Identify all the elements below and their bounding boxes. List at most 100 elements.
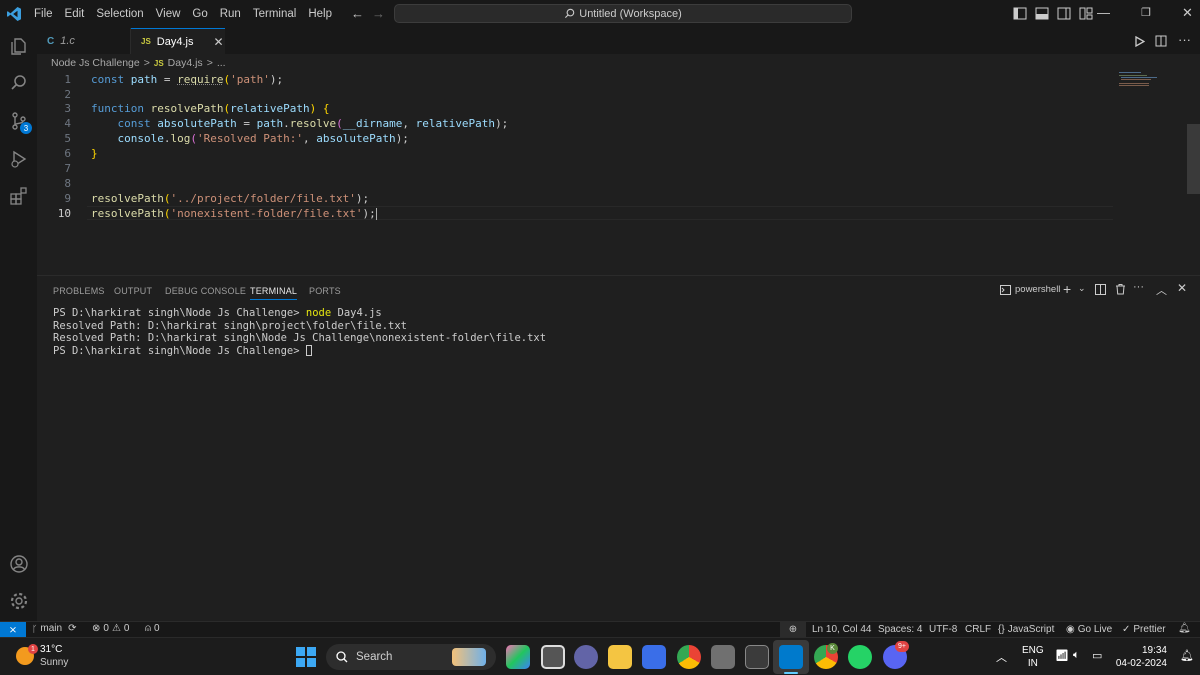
battery-icon[interactable]: ▭ <box>1092 649 1102 662</box>
whatsapp-icon[interactable] <box>848 645 872 669</box>
breadcrumb-folder[interactable]: Node Js Challenge <box>51 57 140 69</box>
minimap[interactable] <box>1119 72 1189 88</box>
language-mode[interactable]: {} JavaScript <box>998 624 1054 635</box>
notifications-bell-icon[interactable]: 🔔︎ <box>1178 623 1191 634</box>
search-label: Search <box>356 651 393 663</box>
text-cursor <box>375 208 377 220</box>
tab-day4-js[interactable]: JS Day4.js ✕ <box>131 28 225 54</box>
remote-indicator[interactable]: ⨯ <box>0 622 26 638</box>
tray-overflow-icon[interactable]: ︿ <box>996 649 1007 665</box>
copilot-icon[interactable] <box>506 645 530 669</box>
toggle-secondary-sidebar-icon[interactable] <box>1057 7 1071 20</box>
tab-1-c[interactable]: C 1.c <box>37 28 131 54</box>
menu-edit[interactable]: Edit <box>59 0 91 28</box>
menu-view[interactable]: View <box>150 0 187 28</box>
weather-widget[interactable]: 1 31°C Sunny <box>14 644 94 670</box>
clock[interactable]: 19:34 04-02-2024 <box>1112 644 1167 670</box>
breadcrumb-more[interactable]: ... <box>217 57 226 69</box>
warning-count: 0 <box>123 623 130 634</box>
toggle-sidebar-icon[interactable] <box>1013 7 1027 20</box>
go-live-button[interactable]: ◉ Go Live <box>1066 624 1112 635</box>
menu-terminal[interactable]: Terminal <box>247 0 302 28</box>
cursor-position[interactable]: Ln 10, Col 44 <box>812 624 872 635</box>
settings-gear-icon[interactable] <box>6 588 31 613</box>
more-actions-icon[interactable]: ··· <box>1178 32 1191 47</box>
back-arrow-icon[interactable]: ← <box>351 6 364 21</box>
volume-icon[interactable]: 🔈︎ <box>1073 649 1080 662</box>
tab-debug-console[interactable]: DEBUG CONSOLE <box>165 286 246 296</box>
search-view-icon[interactable] <box>6 70 31 95</box>
terminal-profile[interactable]: powershell <box>1000 284 1060 295</box>
tab-problems[interactable]: PROBLEMS <box>53 286 105 296</box>
line-number: 8 <box>64 177 71 190</box>
command-center[interactable]: Untitled (Workspace) <box>394 4 852 23</box>
code-editor[interactable]: 1 2 3 4 5 6 7 8 9 10 const path = requir… <box>37 72 1200 274</box>
run-debug-icon[interactable] <box>6 146 31 171</box>
menu-go[interactable]: Go <box>186 0 213 28</box>
menu-file[interactable]: File <box>28 0 59 28</box>
kill-terminal-icon[interactable] <box>1115 283 1126 295</box>
shell-name: powershell <box>1015 284 1061 295</box>
search-highlight-icon <box>452 648 486 666</box>
maximize-panel-icon[interactable]: ︿ <box>1156 282 1167 298</box>
menu-run[interactable]: Run <box>214 0 247 28</box>
notification-center-icon[interactable]: 🔔︎ <box>1180 649 1194 662</box>
tab-terminal[interactable]: TERMINAL <box>250 286 298 300</box>
explorer-icon[interactable] <box>6 33 31 58</box>
zoom-indicator[interactable]: ⊕ <box>780 622 806 637</box>
breadcrumb-file[interactable]: Day4.js <box>168 57 203 69</box>
start-button[interactable] <box>296 647 316 667</box>
terminal-dropdown-icon[interactable]: ⌄ <box>1078 283 1086 294</box>
discord-icon[interactable]: 9+ <box>883 641 909 669</box>
camera-icon[interactable] <box>711 645 735 669</box>
input-language[interactable]: ENG IN <box>1022 644 1044 670</box>
weather-desc: Sunny <box>40 657 69 668</box>
customize-layout-icon[interactable] <box>1079 7 1093 20</box>
problems-indicator[interactable]: ⊗ 0 ⚠ 0 <box>92 623 129 634</box>
ports-indicator[interactable]: ⍝ 0 <box>145 623 160 634</box>
mysql-workbench-icon[interactable] <box>745 645 769 669</box>
chrome-profile-badge: K <box>827 643 838 654</box>
prettier-button[interactable]: ✓ Prettier <box>1122 624 1166 635</box>
menu-selection[interactable]: Selection <box>90 0 149 28</box>
minimize-icon[interactable]: — <box>1097 5 1110 20</box>
sync-icon[interactable]: ⟳ <box>68 623 76 634</box>
close-window-icon[interactable]: ✕ <box>1182 5 1193 21</box>
taskbar-search[interactable]: Search <box>326 644 496 670</box>
indentation[interactable]: Spaces: 4 <box>878 624 922 635</box>
close-tab-icon[interactable]: ✕ <box>213 35 223 49</box>
restore-icon[interactable]: ❐ <box>1141 6 1151 19</box>
panel-more-icon[interactable]: ··· <box>1133 281 1144 293</box>
wifi-icon[interactable]: 📶︎ <box>1055 649 1069 662</box>
task-view-icon[interactable] <box>541 645 565 669</box>
new-terminal-icon[interactable]: + <box>1063 281 1071 297</box>
split-editor-icon[interactable] <box>1155 35 1167 47</box>
split-terminal-icon[interactable] <box>1095 284 1106 295</box>
error-icon: ⊗ <box>92 623 101 634</box>
source-control-icon[interactable]: 3 <box>6 108 32 134</box>
encoding[interactable]: UTF-8 <box>929 624 957 635</box>
menu-help[interactable]: Help <box>302 0 338 28</box>
run-file-icon[interactable] <box>1135 36 1145 47</box>
editor-scrollbar[interactable] <box>1187 124 1200 194</box>
toggle-panel-icon[interactable] <box>1035 7 1049 20</box>
weather-badge: 1 <box>28 644 38 654</box>
js-file-icon: JS <box>153 58 164 68</box>
accounts-icon[interactable] <box>6 551 31 576</box>
tab-ports[interactable]: PORTS <box>309 286 341 296</box>
terminal-output[interactable]: PS D:\harkirat singh\Node Js Challenge> … <box>53 307 546 357</box>
file-explorer-icon[interactable] <box>608 645 632 669</box>
vscode-taskbar-icon[interactable] <box>779 645 803 669</box>
tab-label: Day4.js <box>156 35 194 48</box>
chrome-icon[interactable] <box>677 645 701 669</box>
teams-icon[interactable] <box>574 645 598 669</box>
line-ending[interactable]: CRLF <box>965 624 991 635</box>
discord-badge: 9+ <box>895 641 909 652</box>
extensions-icon[interactable] <box>6 183 31 208</box>
branch-indicator[interactable]: ᚴ main ⟳ <box>32 623 76 634</box>
forward-arrow-icon[interactable]: → <box>372 6 385 21</box>
store-icon[interactable] <box>642 645 666 669</box>
chrome-profile-icon[interactable]: K <box>814 643 838 669</box>
tab-output[interactable]: OUTPUT <box>114 286 152 296</box>
close-panel-icon[interactable]: ✕ <box>1177 281 1187 295</box>
